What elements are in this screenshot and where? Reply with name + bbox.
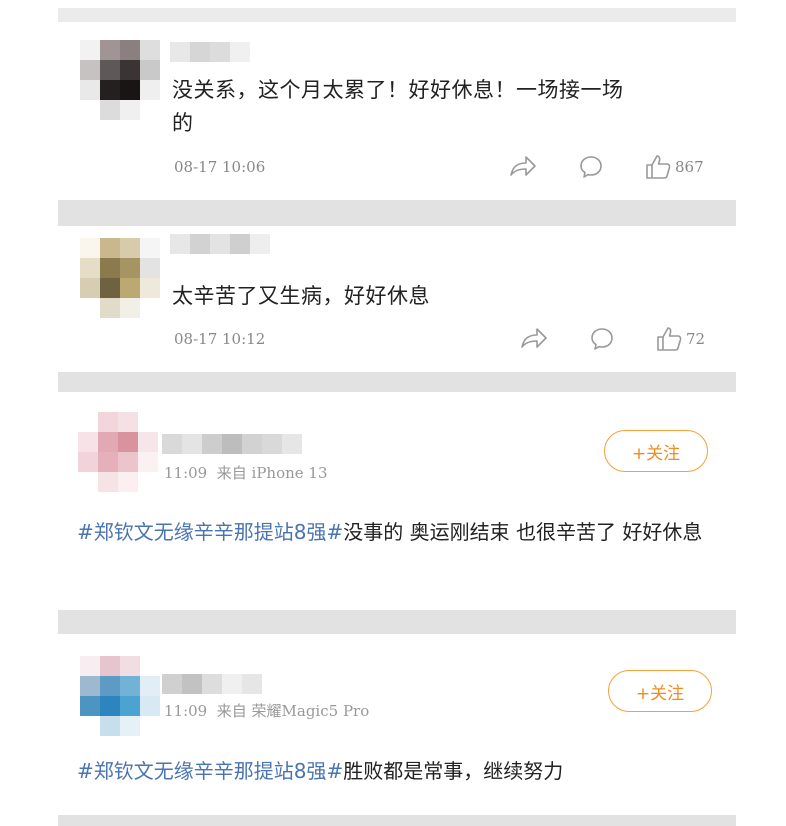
like-count: 72 bbox=[686, 330, 706, 348]
comment-button[interactable] bbox=[578, 154, 604, 180]
username-blurred[interactable] bbox=[162, 674, 262, 694]
divider bbox=[58, 610, 736, 634]
comment-card: 太辛苦了又生病，好好休息 08-17 10:12 72 bbox=[60, 226, 734, 372]
post-body: 没事的 奥运刚结束 也很辛苦了 好好休息 bbox=[343, 520, 703, 544]
comment-icon bbox=[580, 156, 602, 178]
follow-button[interactable]: +关注 bbox=[608, 670, 712, 712]
topic-link[interactable]: #郑钦文无缘辛辛那提站8强# bbox=[77, 520, 343, 544]
avatar[interactable] bbox=[80, 238, 160, 318]
post-meta: 11:09 来自 荣耀Magic5 Pro bbox=[164, 702, 370, 720]
topic-link[interactable]: #郑钦文无缘辛辛那提站8强# bbox=[77, 759, 343, 783]
avatar[interactable] bbox=[80, 40, 160, 120]
like-count: 867 bbox=[675, 158, 704, 176]
divider bbox=[58, 200, 736, 226]
post-meta: 11:09 来自 iPhone 13 bbox=[164, 464, 328, 482]
avatar[interactable] bbox=[78, 412, 158, 492]
post-card: 11:09 来自 iPhone 13 +关注 #郑钦文无缘辛辛那提站8强#没事的… bbox=[60, 392, 734, 610]
post-text: #郑钦文无缘辛辛那提站8强#没事的 奥运刚结束 也很辛苦了 好好休息 bbox=[77, 516, 717, 549]
comment-timestamp: 08-17 10:06 bbox=[174, 158, 266, 176]
username-blurred[interactable] bbox=[170, 234, 270, 254]
thumbs-up-icon bbox=[657, 327, 682, 351]
divider bbox=[58, 372, 736, 392]
post-text: #郑钦文无缘辛辛那提站8强#胜败都是常事，继续努力 bbox=[77, 755, 717, 788]
divider bbox=[58, 8, 736, 22]
comment-text-line: 没关系，这个月太累了！好好休息！一场接一场 bbox=[172, 78, 624, 102]
comment-text-line: 的 bbox=[172, 111, 194, 135]
comment-timestamp: 08-17 10:12 bbox=[174, 330, 266, 348]
follow-button[interactable]: +关注 bbox=[604, 430, 708, 472]
comment-text: 太辛苦了又生病，好好休息 bbox=[172, 284, 430, 308]
username-blurred[interactable] bbox=[162, 434, 302, 454]
avatar[interactable] bbox=[80, 656, 160, 736]
share-button[interactable] bbox=[508, 153, 538, 179]
post-body: 胜败都是常事，继续努力 bbox=[343, 759, 564, 783]
share-icon bbox=[510, 156, 536, 176]
divider bbox=[58, 815, 736, 826]
like-button[interactable]: 72 bbox=[655, 325, 705, 353]
thumbs-up-icon bbox=[646, 155, 671, 179]
comment-card: 没关系，这个月太累了！好好休息！一场接一场 的 08-17 10:06 867 bbox=[60, 22, 734, 200]
share-icon bbox=[521, 328, 547, 348]
post-card: 11:09 来自 荣耀Magic5 Pro +关注 #郑钦文无缘辛辛那提站8强#… bbox=[60, 634, 734, 815]
comment-button[interactable] bbox=[589, 326, 615, 352]
share-button[interactable] bbox=[519, 325, 549, 351]
like-button[interactable]: 867 bbox=[644, 153, 704, 181]
comment-text: 没关系，这个月太累了！好好休息！一场接一场 的 bbox=[172, 74, 624, 140]
comment-icon bbox=[591, 328, 613, 350]
username-blurred[interactable] bbox=[170, 42, 250, 62]
